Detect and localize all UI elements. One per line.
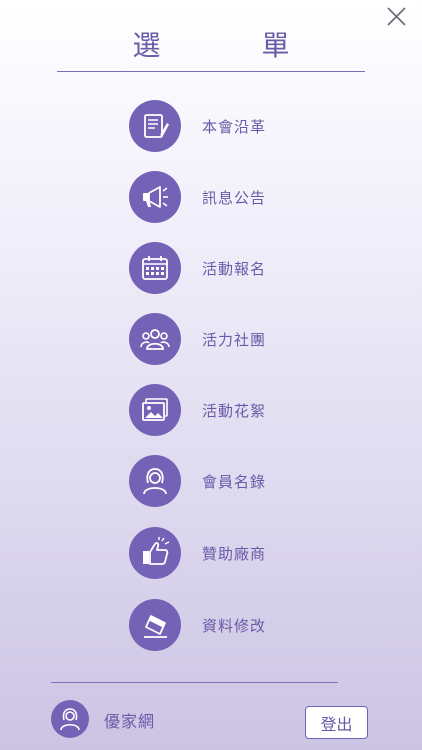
menu-item-history[interactable]: 本會沿革 bbox=[129, 100, 329, 152]
logout-button[interactable]: 登出 bbox=[305, 706, 368, 739]
menu-item-member-directory[interactable]: 會員名錄 bbox=[129, 455, 329, 507]
menu-item-announcements[interactable]: 訊息公告 bbox=[129, 171, 329, 223]
page-title: 選 單 bbox=[132, 29, 336, 62]
megaphone-icon bbox=[129, 171, 181, 223]
menu-item-label: 活力社團 bbox=[202, 330, 267, 349]
menu-item-label: 會員名錄 bbox=[202, 472, 267, 491]
username: 優家網 bbox=[104, 712, 156, 731]
menu-item-sponsors[interactable]: 贊助廠商 bbox=[129, 527, 329, 579]
menu-item-label: 資料修改 bbox=[202, 616, 267, 635]
menu-item-gallery[interactable]: 活動花絮 bbox=[129, 384, 329, 436]
menu-item-label: 訊息公告 bbox=[202, 188, 267, 207]
menu-item-clubs[interactable]: 活力社團 bbox=[129, 313, 329, 365]
user-icon bbox=[60, 708, 80, 731]
photo-gallery-icon bbox=[129, 384, 181, 436]
footer-divider bbox=[51, 682, 338, 683]
member-icon bbox=[129, 455, 181, 507]
thumbs-up-icon bbox=[129, 527, 181, 579]
menu-item-event-registration[interactable]: 活動報名 bbox=[129, 242, 329, 294]
menu-item-label: 本會沿革 bbox=[202, 117, 267, 136]
menu-item-edit-profile[interactable]: 資料修改 bbox=[129, 599, 329, 651]
menu-item-label: 贊助廠商 bbox=[202, 544, 267, 563]
menu-item-label: 活動花絮 bbox=[202, 401, 267, 420]
history-document-icon bbox=[129, 100, 181, 152]
avatar bbox=[51, 700, 89, 738]
eraser-icon bbox=[129, 599, 181, 651]
menu-item-label: 活動報名 bbox=[202, 259, 267, 278]
title-divider bbox=[57, 71, 365, 72]
calendar-icon bbox=[129, 242, 181, 294]
group-icon bbox=[129, 313, 181, 365]
